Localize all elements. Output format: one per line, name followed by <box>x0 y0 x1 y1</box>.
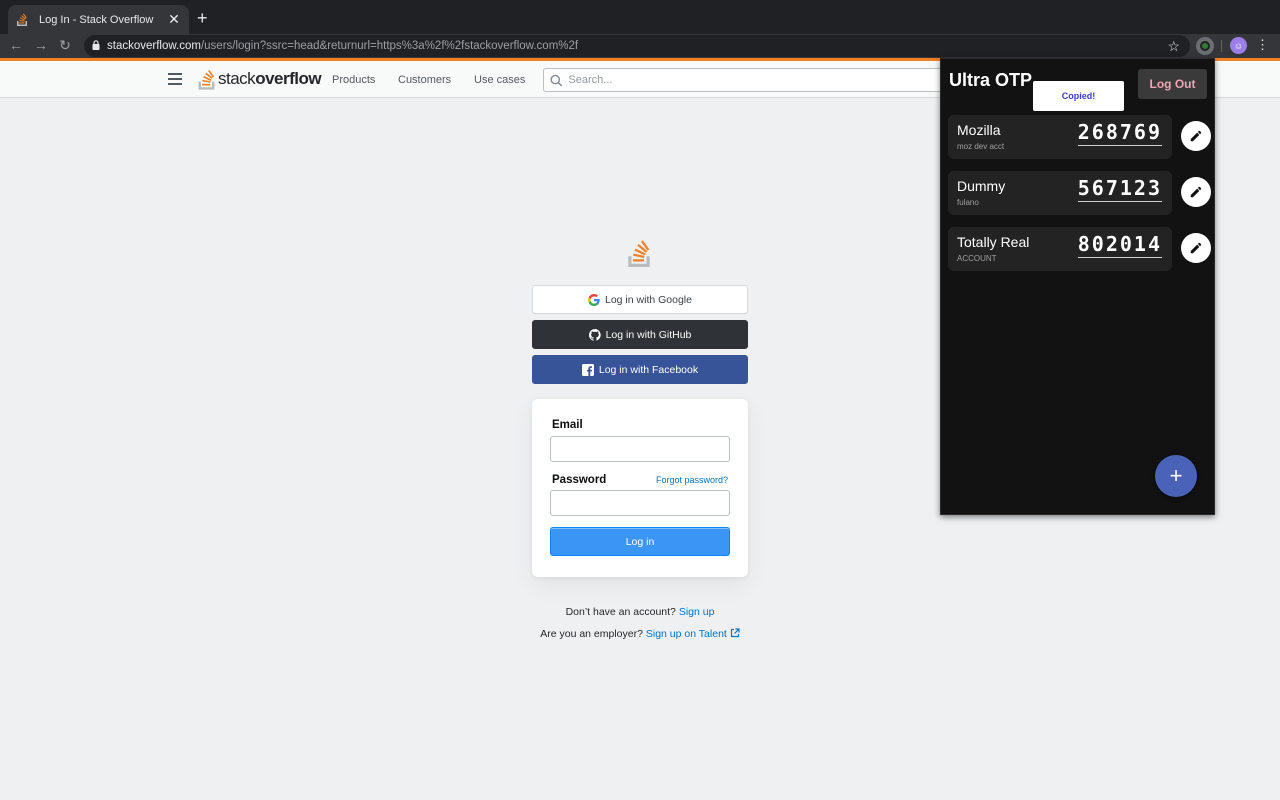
google-icon <box>588 293 600 306</box>
employer-prompt: Are you an employer? Sign up on Talent <box>490 628 790 640</box>
account-subtitle: fulano <box>957 198 979 207</box>
google-login-button[interactable]: Log in with Google <box>532 285 748 314</box>
search-icon <box>550 74 563 86</box>
so-center-logo-icon <box>626 237 652 272</box>
back-arrow-icon[interactable]: ← <box>8 37 24 53</box>
tab-close-icon[interactable]: ✕ <box>167 11 181 28</box>
toolbar-divider <box>1221 40 1222 52</box>
ultra-otp-extension-icon[interactable] <box>1196 37 1214 55</box>
profile-avatar[interactable]: ☺ <box>1230 37 1247 54</box>
otp-code[interactable]: 802014 <box>1077 232 1162 258</box>
otp-code[interactable]: 268769 <box>1077 120 1162 146</box>
stackoverflow-favicon-icon <box>16 13 30 27</box>
facebook-login-button[interactable]: Log in with Facebook <box>532 355 748 384</box>
signup-prompt: Don’t have an account? Sign up <box>490 606 790 618</box>
search-box <box>543 68 963 92</box>
facebook-login-label: Log in with Facebook <box>598 363 699 376</box>
talent-signup-link[interactable]: Sign up on Talent <box>646 628 727 640</box>
employer-text: Are you an employer? <box>540 628 643 640</box>
account-subtitle: ACCOUNT <box>957 254 997 263</box>
edit-pencil-icon[interactable] <box>1181 121 1211 151</box>
extension-badge-icon <box>1200 41 1210 51</box>
forward-arrow-icon[interactable]: → <box>33 37 49 53</box>
edit-pencil-icon[interactable] <box>1181 233 1211 263</box>
google-login-label: Log in with Google <box>605 293 692 306</box>
browser-tab[interactable]: Log In - Stack Overflow ✕ <box>8 5 189 34</box>
otp-account-card[interactable]: Totally Real ACCOUNT 802014 <box>948 227 1172 271</box>
login-form-card: Email Password Forgot password? Log in <box>532 399 748 577</box>
otp-account-card[interactable]: Dummy fulano 567123 <box>948 171 1172 215</box>
url-host: stackoverflow.com <box>107 40 201 52</box>
facebook-icon <box>581 363 594 376</box>
forgot-password-link[interactable]: Forgot password? <box>656 475 728 485</box>
otp-popup-title: Ultra OTP <box>949 70 1033 90</box>
hamburger-menu-icon[interactable] <box>168 73 182 85</box>
url-path: /users/login?ssrc=head&returnurl=https%3… <box>200 40 579 52</box>
tab-title: Log In - Stack Overflow <box>39 13 154 26</box>
github-login-label: Log in with GitHub <box>605 328 692 341</box>
logout-button[interactable]: Log Out <box>1138 69 1207 99</box>
github-icon <box>588 328 601 341</box>
reload-icon[interactable]: ↻ <box>57 37 73 54</box>
nav-products[interactable]: Products <box>332 74 375 86</box>
login-submit-button[interactable]: Log in <box>550 527 730 556</box>
so-wordmark: stackoverflow <box>218 68 322 88</box>
account-name: Mozilla <box>957 122 1001 138</box>
otp-account-card[interactable]: Mozilla moz dev acct 268769 <box>948 115 1172 159</box>
lock-icon <box>92 39 100 53</box>
github-login-button[interactable]: Log in with GitHub <box>532 320 748 349</box>
nav-use-cases[interactable]: Use cases <box>474 74 525 86</box>
browser-tab-bar: Log In - Stack Overflow ✕ + <box>0 0 1280 34</box>
email-label: Email <box>552 419 583 431</box>
external-link-icon <box>730 628 740 638</box>
copied-toast: Copied! <box>1033 81 1124 111</box>
ultra-otp-popup: Ultra OTP Copied! Log Out Mozilla moz de… <box>940 58 1215 515</box>
password-field[interactable] <box>550 490 730 516</box>
add-account-button[interactable]: + <box>1155 455 1197 497</box>
address-bar[interactable]: stackoverflow.com /users/login?ssrc=head… <box>84 35 1190 57</box>
browser-toolbar: ← → ↻ stackoverflow.com /users/login?ssr… <box>0 34 1280 58</box>
new-tab-button[interactable]: + <box>197 9 208 27</box>
signup-link[interactable]: Sign up <box>679 606 715 618</box>
signup-text: Don’t have an account? <box>565 606 676 618</box>
so-logo[interactable]: stackoverflow <box>197 67 322 90</box>
so-logo-mark-icon <box>198 69 215 90</box>
search-input[interactable] <box>568 74 962 86</box>
account-name: Dummy <box>957 178 1006 194</box>
bookmark-star-icon[interactable]: ☆ <box>1167 38 1180 55</box>
edit-pencil-icon[interactable] <box>1181 177 1211 207</box>
password-label: Password <box>552 474 607 486</box>
browser-menu-icon[interactable]: ⋮ <box>1256 37 1269 53</box>
nav-customers[interactable]: Customers <box>398 74 451 86</box>
account-subtitle: moz dev acct <box>957 142 1005 151</box>
otp-code[interactable]: 567123 <box>1077 176 1162 202</box>
email-field[interactable] <box>550 436 730 462</box>
account-name: Totally Real <box>957 234 1030 250</box>
